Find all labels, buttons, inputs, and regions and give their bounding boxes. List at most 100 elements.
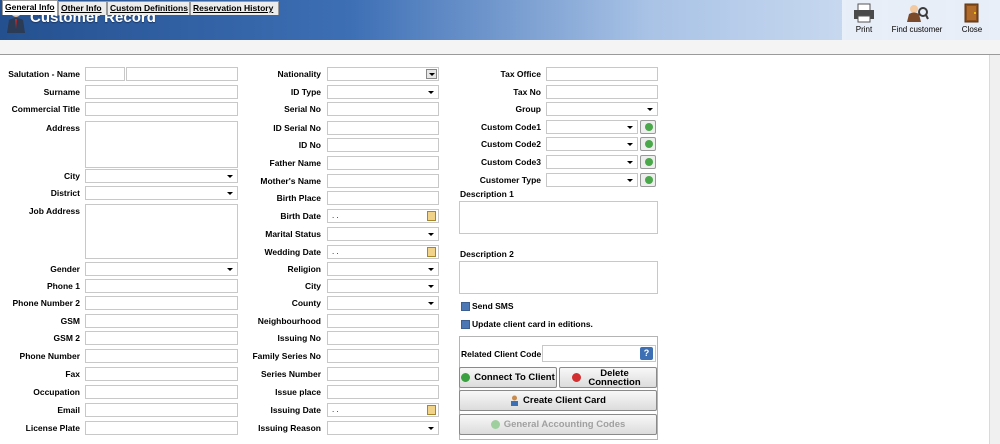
religion-select[interactable] [327, 262, 439, 276]
find-customer-button[interactable]: Find customer [888, 0, 946, 40]
customer-type-select[interactable] [546, 173, 638, 187]
city-select-2[interactable] [327, 279, 439, 293]
gender-label: Gender [50, 264, 80, 274]
issuing-date-value: . . [332, 405, 339, 414]
fax-field[interactable] [85, 367, 238, 381]
neighbourhood-field[interactable] [327, 314, 439, 328]
marital-status-select[interactable] [327, 227, 439, 241]
mother-name-label: Mother's Name [260, 176, 321, 186]
issuing-date-field[interactable]: . . [327, 403, 439, 417]
mother-name-field[interactable] [327, 174, 439, 188]
wedding-date-field[interactable]: . . [327, 245, 439, 259]
id-no-label: ID No [298, 140, 321, 150]
family-series-no-field[interactable] [327, 349, 439, 363]
gender-select[interactable] [85, 262, 238, 276]
vertical-scrollbar[interactable] [989, 55, 1000, 444]
help-icon[interactable]: ? [640, 347, 653, 360]
gsm2-label: GSM 2 [53, 333, 80, 343]
district-select[interactable] [85, 186, 238, 200]
birth-date-field[interactable]: . . [327, 209, 439, 223]
printer-icon [854, 3, 874, 23]
id-serial-no-field[interactable] [327, 121, 439, 135]
custom-code3-select[interactable] [546, 155, 638, 169]
customer-type-add-button[interactable] [640, 173, 656, 187]
tab-general-info[interactable]: General Info [2, 0, 58, 15]
district-label: District [50, 188, 80, 198]
find-customer-icon [907, 5, 929, 22]
custom-code1-label: Custom Code1 [481, 122, 541, 132]
father-name-field[interactable] [327, 156, 439, 170]
tab-reservation-history[interactable]: Reservation History [190, 1, 279, 15]
custom-code2-add-button[interactable] [640, 137, 656, 151]
print-button[interactable]: Print [846, 0, 882, 40]
series-number-field[interactable] [327, 367, 439, 381]
salutation-field[interactable] [85, 67, 125, 81]
issuing-reason-label: Issuing Reason [258, 423, 321, 433]
connect-to-client-button[interactable]: Connect To Client [459, 367, 557, 388]
tax-no-field[interactable] [546, 85, 658, 99]
update-client-card-checkbox[interactable] [461, 320, 470, 329]
nationality-select[interactable] [327, 67, 439, 81]
tax-office-label: Tax Office [500, 69, 541, 79]
calendar-icon[interactable] [427, 211, 436, 221]
series-number-label: Series Number [261, 369, 321, 379]
related-client-code-field[interactable]: ? [542, 345, 656, 362]
phone1-field[interactable] [85, 279, 238, 293]
custom-code1-add-button[interactable] [640, 120, 656, 134]
phone-number-label: Phone Number [19, 351, 80, 361]
job-address-label: Job Address [28, 206, 80, 216]
id-no-field[interactable] [327, 138, 439, 152]
description1-label: Description 1 [460, 189, 514, 199]
phone-number-field[interactable] [85, 349, 238, 363]
wedding-date-label: Wedding Date [264, 247, 321, 257]
address-field[interactable] [85, 121, 238, 168]
custom-code2-label: Custom Code2 [481, 139, 541, 149]
custom-code1-select[interactable] [546, 120, 638, 134]
group-select[interactable] [546, 102, 658, 116]
custom-code3-add-button[interactable] [640, 155, 656, 169]
tax-office-field[interactable] [546, 67, 658, 81]
birth-date-value: . . [332, 211, 339, 220]
calendar-icon[interactable] [427, 247, 436, 257]
general-accounting-codes-button[interactable]: General Accounting Codes [459, 414, 657, 435]
county-select[interactable] [327, 296, 439, 310]
delete-connection-button[interactable]: Delete Connection [559, 367, 657, 388]
birth-place-field[interactable] [327, 191, 439, 205]
custom-code2-select[interactable] [546, 137, 638, 151]
delete-icon [571, 373, 581, 382]
gsm-field[interactable] [85, 314, 238, 328]
city-label: City [63, 171, 80, 181]
phone1-label: Phone 1 [46, 281, 80, 291]
job-address-field[interactable] [85, 204, 238, 259]
city-select[interactable] [85, 169, 238, 183]
id-type-select[interactable] [327, 85, 439, 99]
commercial-title-label: Commercial Title [11, 104, 80, 114]
occupation-field[interactable] [85, 385, 238, 399]
calendar-icon[interactable] [427, 405, 436, 415]
serial-no-field[interactable] [327, 102, 439, 116]
close-button[interactable]: Close [955, 0, 989, 40]
gsm2-field[interactable] [85, 331, 238, 345]
license-plate-field[interactable] [85, 421, 238, 435]
description2-field[interactable] [459, 261, 658, 294]
salutation-name-label: Salutation - Name [8, 69, 80, 79]
tab-other-info[interactable]: Other Info [58, 1, 107, 15]
description1-field[interactable] [459, 201, 658, 234]
create-client-card-button[interactable]: Create Client Card [459, 390, 657, 411]
email-label: Email [57, 405, 80, 415]
email-field[interactable] [85, 403, 238, 417]
name-field[interactable] [126, 67, 238, 81]
group-label: Group [515, 104, 542, 114]
county-label: County [291, 298, 321, 308]
phone2-field[interactable] [85, 296, 238, 310]
occupation-label: Occupation [33, 387, 80, 397]
issue-place-field[interactable] [327, 385, 439, 399]
commercial-title-field[interactable] [85, 102, 238, 116]
nationality-dropdown-button[interactable] [426, 69, 437, 79]
issuing-no-field[interactable] [327, 331, 439, 345]
tab-custom-definitions[interactable]: Custom Definitions [107, 1, 190, 15]
send-sms-checkbox[interactable] [461, 302, 470, 311]
surname-field[interactable] [85, 85, 238, 99]
serial-no-label: Serial No [284, 104, 321, 114]
issuing-reason-select[interactable] [327, 421, 439, 435]
